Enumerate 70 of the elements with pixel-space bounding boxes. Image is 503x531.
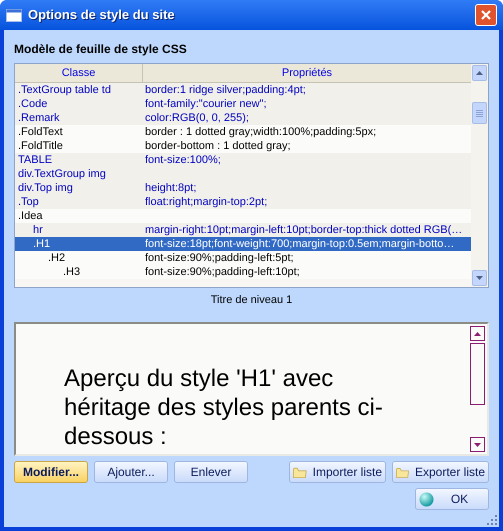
table-cell-text: color:RGB(0, 0, 255); (144, 111, 249, 125)
table-cell-text: border : 1 dotted gray;width:100%;padding:5px; (144, 125, 376, 139)
column-header[interactable]: Classe (15, 64, 143, 82)
table-cell-text: margin-right:10pt;margin-left:10pt;border-top:thick dotted RGB(… (144, 223, 462, 237)
table-cell-text: font-size:90%;padding-left:10pt; (144, 265, 300, 279)
close-button[interactable] (475, 4, 497, 26)
table-cell-text: border-bottom : 1 dotted gray; (144, 139, 291, 153)
ok-button[interactable]: OK (415, 488, 489, 510)
table-cell-text: .FoldText (17, 125, 64, 139)
table-row[interactable]: hr margin-right:10pt;margin-left:10pt;border-top:thick dotted RGB(… (15, 223, 471, 237)
preview-text: Aperçu du style 'H1' avec héritage des styles parents ci-dessous : (64, 364, 384, 451)
table-cell-text: font-family:"courier new"; (144, 97, 267, 111)
table-cell-text: font-size:100%; (144, 153, 221, 167)
scroll-thumb[interactable] (470, 343, 484, 405)
window-title: Options de style du site (28, 6, 176, 24)
table-cell-text: font-size:90%;padding-left:5pt; (144, 251, 294, 265)
table-cell-text: .H1 (32, 237, 52, 251)
table-cell-text: .TextGroup table td (17, 83, 112, 97)
table-row[interactable]: div.Top img height:8pt; (15, 181, 471, 195)
action-button[interactable]: Modifier... (14, 461, 88, 483)
folder-icon (396, 466, 409, 478)
table-cell-text: .Code (17, 97, 48, 111)
section-title: Modèle de feuille de style CSS (14, 41, 188, 56)
table-row[interactable]: .TextGroup table td border:1 ridge silver;padding:4pt; (15, 83, 471, 97)
table-cell-text: div.Top img (17, 181, 74, 195)
table-cell-text: .FoldTitle (17, 139, 64, 153)
table-cell-text: .Remark (17, 111, 61, 125)
list-button[interactable]: Importer liste (289, 461, 386, 483)
scroll-down-button[interactable] (470, 437, 484, 452)
table-cell-text: .H2 (47, 251, 66, 265)
table-cell-text: height:8pt; (144, 181, 196, 195)
table-row[interactable]: .FoldTitle border-bottom : 1 dotted gray; (15, 139, 471, 153)
table-cell-text: TABLE (17, 153, 54, 167)
scroll-up-button[interactable] (472, 65, 487, 81)
list-button[interactable]: Exporter liste (392, 461, 489, 483)
table-cell-text: hr (32, 223, 44, 237)
style-description: Titre de niveau 1 (210, 293, 292, 306)
scroll-down-button[interactable] (472, 270, 487, 286)
table-row[interactable]: TABLE font-size:100%; (15, 153, 471, 167)
scroll-thumb[interactable] (472, 102, 487, 124)
table-cell-text: border:1 ridge silver;padding:4pt; (144, 83, 306, 97)
table-row[interactable]: .Code font-family:"courier new"; (15, 97, 471, 111)
table-cell-text: .H3 (62, 265, 82, 279)
up-arrow-icon (474, 332, 480, 336)
table-cell-text: .Top (17, 195, 40, 209)
table-row[interactable]: .Idea (15, 209, 471, 223)
resize-grip-icon (487, 515, 497, 525)
action-button[interactable]: Enlever (174, 461, 248, 483)
window-icon (6, 8, 22, 22)
down-arrow-icon (474, 442, 480, 446)
table-row[interactable]: .Top float:right;margin-top:2pt; (15, 195, 471, 209)
scrollbar[interactable] (471, 64, 488, 287)
table-row[interactable]: .H1 font-size:18pt;font-weight:700;margin-top:0.5em;margin-botto… (15, 237, 471, 251)
table-cell-text: .Idea (17, 209, 44, 223)
table-row[interactable]: .FoldText border : 1 dotted gray;width:100%;padding:5px; (15, 125, 471, 139)
table-row[interactable]: .Remark color:RGB(0, 0, 255); (15, 111, 471, 125)
scroll-up-button[interactable] (470, 326, 484, 341)
column-header[interactable]: Propriétés (143, 64, 471, 82)
folder-icon (293, 466, 307, 478)
table-cell-text: float:right;margin-top:2pt; (144, 195, 268, 209)
table-row[interactable]: div.TextGroup img (15, 167, 471, 181)
close-icon (480, 9, 492, 21)
table-cell-text: font-size:18pt;font-weight:700;margin-top:0.5em;margin-botto… (144, 237, 454, 251)
table-row[interactable]: .H3 font-size:90%;padding-left:10pt; (15, 265, 471, 279)
down-arrow-icon (476, 276, 483, 280)
up-arrow-icon (476, 71, 483, 75)
orb-icon (419, 492, 434, 506)
action-button[interactable]: Ajouter... (94, 461, 168, 483)
table-row[interactable]: .H2 font-size:90%;padding-left:5pt; (15, 251, 471, 265)
table-cell-text: div.TextGroup img (17, 167, 107, 181)
